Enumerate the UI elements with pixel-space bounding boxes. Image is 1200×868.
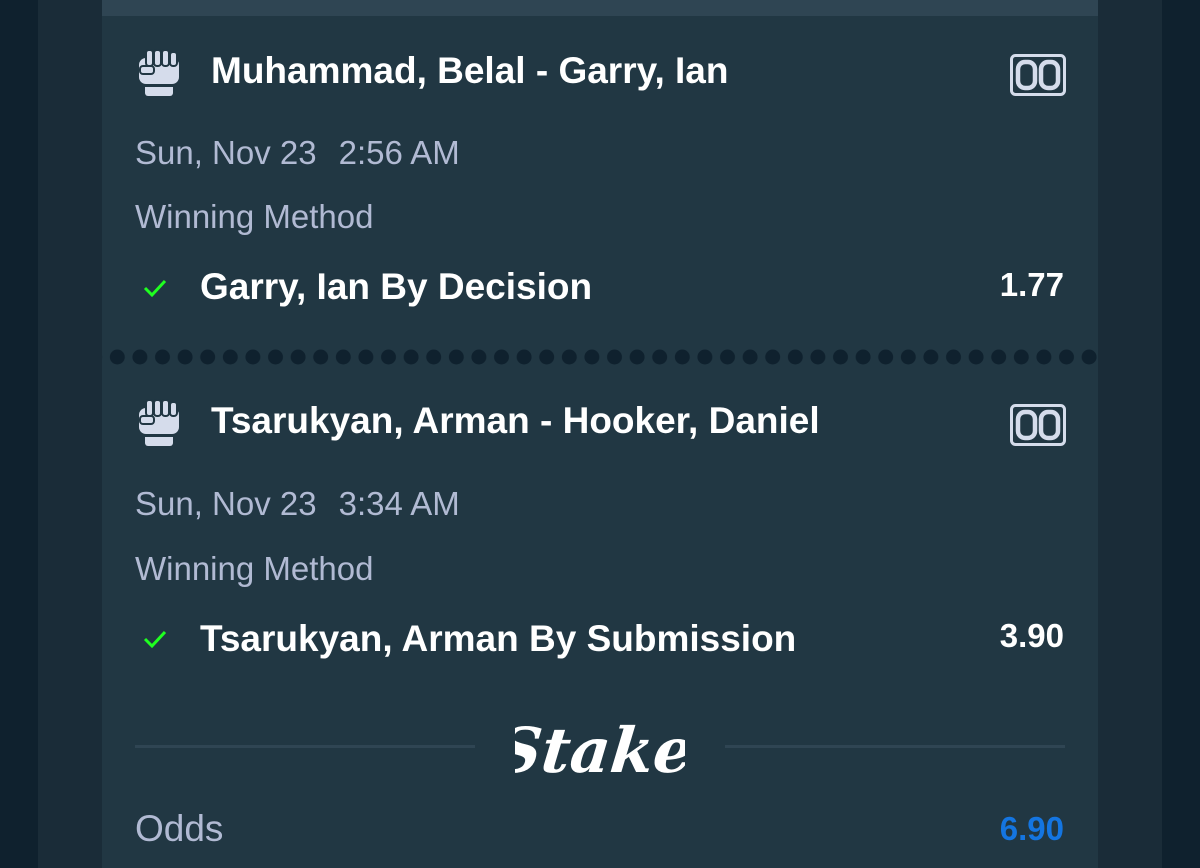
divider-line xyxy=(135,745,475,748)
scoreboard-icon[interactable] xyxy=(1010,54,1066,96)
divider-line xyxy=(725,745,1065,748)
right-gutter xyxy=(1162,0,1200,868)
market-name: Winning Method xyxy=(135,198,374,235)
event-datetime: Sun, Nov 23 2:56 AM xyxy=(135,134,460,172)
event-time: 2:56 AM xyxy=(338,134,460,171)
fist-icon xyxy=(139,399,179,446)
selection-label: Garry, Ian By Decision xyxy=(200,266,593,307)
leg-odds: 1.77 xyxy=(999,266,1064,303)
event-date: Sun, Nov 23 xyxy=(135,485,317,522)
dotted-divider xyxy=(102,346,1098,368)
leg-title-row[interactable]: Muhammad, Belal - Garry, Ian xyxy=(136,42,1066,98)
svg-text:Stake: Stake xyxy=(515,714,685,787)
leg-odds: 3.90 xyxy=(999,617,1064,654)
match-title: Tsarukyan, Arman - Hooker, Daniel xyxy=(211,400,820,441)
check-icon xyxy=(143,279,167,298)
card-top-bar xyxy=(102,0,1098,16)
event-date: Sun, Nov 23 xyxy=(135,134,317,171)
event-time: 3:34 AM xyxy=(338,485,460,522)
selection-label: Tsarukyan, Arman By Submission xyxy=(200,618,797,659)
brand-divider: Stake xyxy=(135,704,1065,794)
event-datetime: Sun, Nov 23 3:34 AM xyxy=(135,485,460,523)
check-icon xyxy=(143,630,167,649)
stake-logo: Stake xyxy=(515,714,685,787)
scoreboard-icon[interactable] xyxy=(1010,404,1066,446)
total-odds-label: Odds xyxy=(135,808,224,849)
match-title: Muhammad, Belal - Garry, Ian xyxy=(211,50,729,91)
bet-slip-screen: Muhammad, Belal - Garry, Ian Sun, Nov 23… xyxy=(0,0,1200,868)
fist-icon xyxy=(139,49,179,96)
leg-title-row[interactable]: Tsarukyan, Arman - Hooker, Daniel xyxy=(136,392,1066,448)
market-name: Winning Method xyxy=(135,550,374,587)
total-odds-value: 6.90 xyxy=(999,810,1064,847)
left-gutter xyxy=(0,0,38,868)
bet-card: Muhammad, Belal - Garry, Ian Sun, Nov 23… xyxy=(102,0,1098,868)
